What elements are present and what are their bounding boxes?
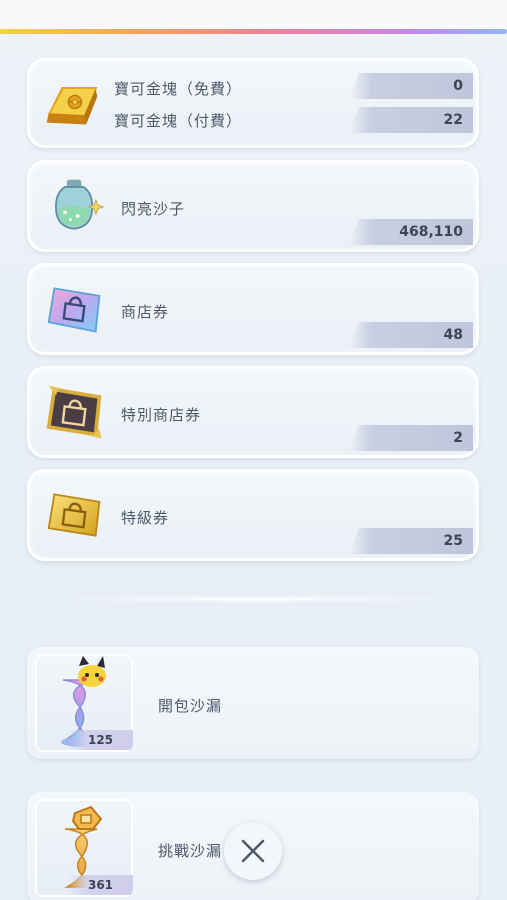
currency-card-premium-ticket: 特級券 25 bbox=[27, 469, 479, 561]
battle-hourglass-icon: 361 bbox=[35, 799, 133, 897]
currency-value-paid: 22 bbox=[349, 107, 473, 133]
currency-value-free: 0 bbox=[349, 73, 473, 99]
shinedust-bottle-icon bbox=[45, 176, 105, 236]
section-divider bbox=[40, 595, 467, 603]
currency-value: 468,110 bbox=[349, 219, 473, 245]
shopping-bag-ticket-icon bbox=[45, 279, 105, 339]
currency-card-pokegold: 寶可金塊（免費） 寶可金塊（付費） 0 22 bbox=[27, 58, 479, 148]
currency-label: 商店券 bbox=[121, 303, 170, 321]
currency-label-paid: 寶可金塊（付費） bbox=[114, 112, 243, 130]
hourglass-card-pack[interactable]: 125 開包沙漏 bbox=[27, 647, 479, 759]
currency-value: 2 bbox=[349, 425, 473, 451]
currency-value: 25 bbox=[349, 528, 473, 554]
gold-shopping-bag-ticket-icon bbox=[45, 485, 105, 545]
close-button[interactable] bbox=[224, 822, 282, 880]
gold-bar-icon bbox=[43, 72, 103, 132]
pack-hourglass-icon: 125 bbox=[35, 654, 133, 752]
hourglass-count: 361 bbox=[68, 875, 133, 895]
currency-label-free: 寶可金塊（免費） bbox=[114, 80, 243, 98]
currency-card-shop-ticket: 商店券 48 bbox=[27, 263, 479, 355]
currency-card-special-shop-ticket: 特別商店券 2 bbox=[27, 366, 479, 458]
top-bar bbox=[0, 0, 507, 30]
currency-label: 閃亮沙子 bbox=[121, 200, 186, 218]
close-icon bbox=[241, 839, 265, 863]
rainbow-accent-line bbox=[0, 29, 507, 34]
hourglass-label: 開包沙漏 bbox=[158, 697, 223, 715]
currency-label: 特級券 bbox=[121, 509, 170, 527]
currency-value: 48 bbox=[349, 322, 473, 348]
hourglass-count: 125 bbox=[68, 730, 133, 750]
currency-card-shinedust: 閃亮沙子 468,110 bbox=[27, 160, 479, 252]
currency-label: 特別商店券 bbox=[121, 406, 202, 424]
hourglass-label: 挑戰沙漏 bbox=[158, 842, 223, 860]
special-shopping-bag-ticket-icon bbox=[45, 382, 105, 442]
